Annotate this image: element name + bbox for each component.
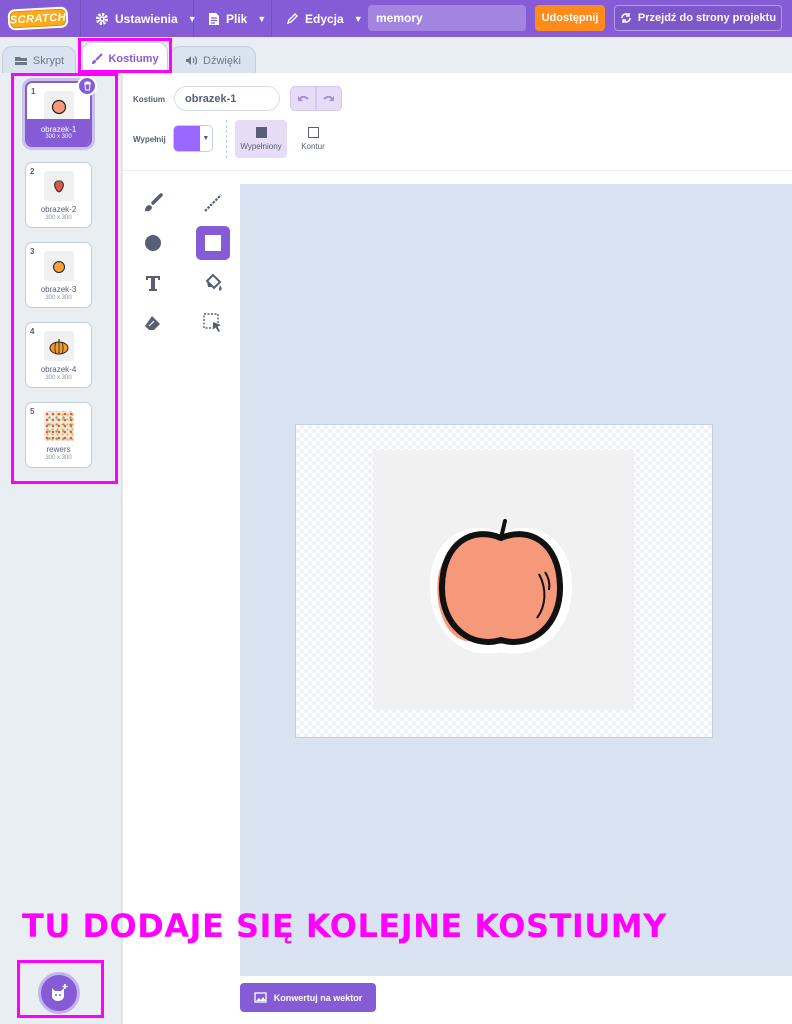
rectangle-tool[interactable] — [196, 226, 230, 260]
share-button[interactable]: Udostępnij — [535, 5, 605, 31]
code-blocks-icon — [14, 56, 27, 65]
convert-label: Konwertuj na wektor — [273, 992, 363, 1003]
fill-color-swatch — [174, 126, 200, 151]
costume-name-label: Kostium — [133, 95, 165, 104]
circle-icon — [145, 235, 161, 251]
text-icon — [146, 276, 160, 291]
image-icon — [254, 992, 267, 1003]
edit-label: Edycja — [305, 11, 344, 26]
text-tool[interactable] — [136, 266, 170, 300]
chevron-down-icon: ▼ — [257, 13, 267, 24]
circle-tool[interactable] — [136, 226, 170, 260]
pencil-icon — [286, 13, 298, 25]
costume-name-input[interactable]: obrazek-1 — [174, 86, 280, 111]
menu-divider — [271, 0, 272, 37]
outline-mode-button[interactable]: Kontur — [287, 120, 339, 158]
chevron-down-icon: ▼ — [199, 126, 212, 151]
menu-divider — [80, 0, 81, 37]
highlight-costume-list — [11, 73, 118, 484]
see-project-page-button[interactable]: Przejdź do strony projektu — [614, 5, 782, 31]
project-title-input[interactable]: memory — [368, 5, 526, 31]
line-tool[interactable] — [196, 186, 230, 220]
settings-label: Ustawienia — [115, 11, 178, 26]
select-tool[interactable] — [196, 306, 230, 340]
outline-square-icon — [307, 127, 319, 138]
select-icon — [203, 313, 221, 332]
undo-button[interactable] — [290, 86, 316, 111]
undo-redo-group — [290, 86, 342, 111]
rectangle-icon — [205, 235, 221, 251]
menu-bar: SCRATCH Ustawienia ▼ Plik ▼ Edycja ▼ mem… — [0, 0, 792, 37]
filled-square-icon — [255, 127, 267, 138]
gear-icon — [96, 12, 108, 25]
toolbar-separator — [123, 170, 792, 171]
file-icon — [209, 12, 219, 25]
undo-icon — [298, 95, 309, 101]
fill-color-picker[interactable]: ▼ — [173, 125, 213, 152]
apple-drawing — [429, 519, 573, 654]
settings-menu[interactable]: Ustawienia ▼ — [95, 0, 197, 37]
speaker-icon — [186, 56, 198, 65]
see-project-label: Przejdź do strony projektu — [637, 12, 777, 24]
menu-divider — [193, 0, 194, 37]
redo-icon — [323, 95, 334, 101]
tab-sounds-label: Dźwięki — [203, 54, 241, 67]
highlight-add-costume — [17, 960, 104, 1018]
file-label: Plik — [226, 11, 248, 26]
fill-tool[interactable] — [196, 266, 230, 300]
brush-tool[interactable] — [136, 186, 170, 220]
toolbar-divider — [226, 120, 227, 158]
highlight-costumes-tab — [78, 38, 172, 73]
convert-to-vector-button[interactable]: Konwertuj na wektor — [240, 983, 376, 1012]
tab-sounds[interactable]: Dźwięki — [170, 46, 256, 74]
refresh-arrows-icon — [621, 13, 631, 23]
chevron-down-icon: ▼ — [353, 13, 363, 24]
tab-code-label: Skrypt — [32, 54, 65, 67]
fill-label: Wypełnij — [133, 135, 166, 144]
outline-mode-label: Kontur — [301, 142, 325, 151]
scratch-logo[interactable]: SCRATCH — [7, 6, 69, 31]
filled-mode-label: Wypełniony — [240, 142, 282, 151]
file-menu[interactable]: Plik ▼ — [208, 0, 266, 37]
edit-menu[interactable]: Edycja ▼ — [286, 0, 363, 37]
eraser-icon — [145, 316, 160, 330]
paint-bucket-icon — [205, 273, 222, 291]
brush-icon — [145, 193, 163, 212]
eraser-tool[interactable] — [136, 306, 170, 340]
annotation-text: TU DODAJE SIĘ KOLEJNE KOSTIUMY — [22, 907, 667, 945]
tab-code[interactable]: Skrypt — [2, 46, 76, 74]
line-icon — [204, 194, 222, 212]
filled-mode-button[interactable]: Wypełniony — [235, 120, 287, 158]
redo-button[interactable] — [316, 86, 342, 111]
